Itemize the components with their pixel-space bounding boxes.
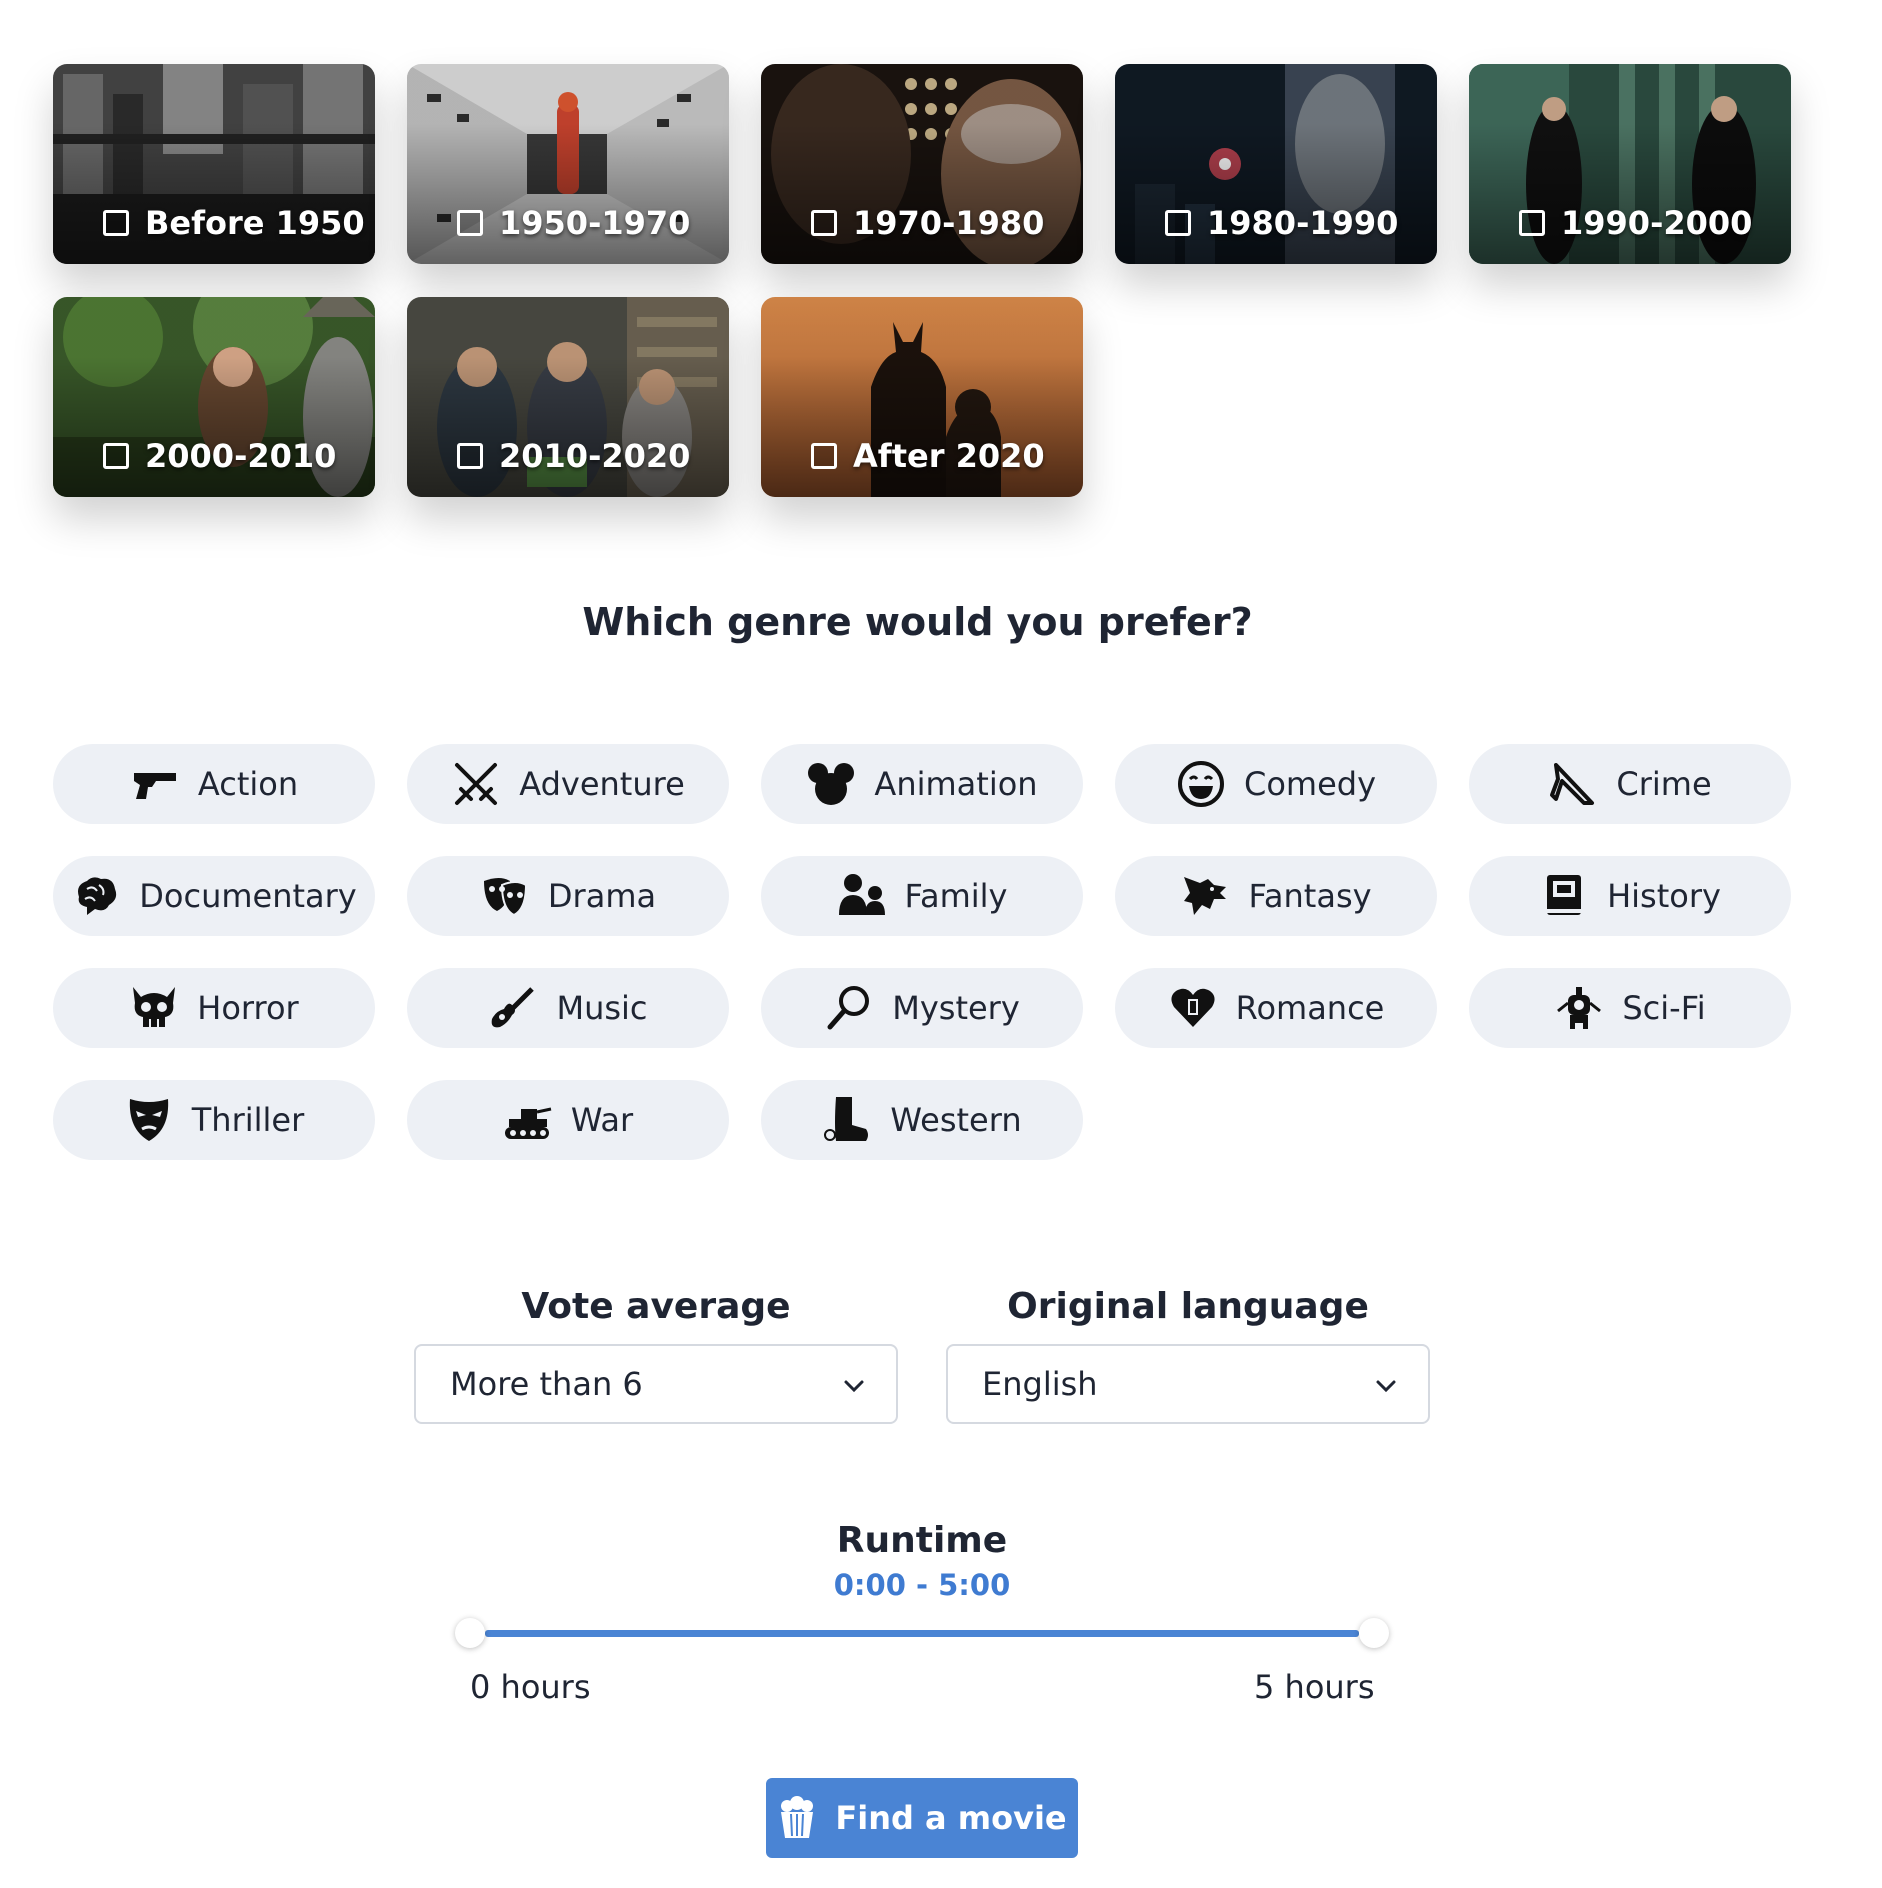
era-label: 2000-2010 — [145, 437, 337, 475]
genre-label: Thriller — [191, 1101, 305, 1139]
genre-pill-music[interactable]: Music — [407, 968, 729, 1048]
original-language-value: English — [982, 1365, 1098, 1403]
chevron-down-icon — [1376, 1380, 1396, 1393]
genre-pill-comedy[interactable]: Comedy — [1115, 744, 1437, 824]
magnifier-icon — [827, 986, 870, 1030]
genre-label: History — [1607, 877, 1721, 915]
genre-pill-crime[interactable]: Crime — [1469, 744, 1791, 824]
find-movie-button[interactable]: Find a movie — [766, 1778, 1078, 1858]
skull-icon — [133, 987, 176, 1027]
era-card-2010-2020[interactable]: 2010-2020 — [407, 297, 729, 497]
runtime-min-handle[interactable] — [455, 1618, 485, 1648]
era-label: 1970-1980 — [853, 204, 1045, 242]
era-card-1980-1990[interactable]: 1980-1990 — [1115, 64, 1437, 264]
genre-label: Action — [197, 765, 299, 803]
era-label: 1950-1970 — [499, 204, 691, 242]
genre-pill-adventure[interactable]: Adventure — [407, 744, 729, 824]
heart-icon — [1171, 988, 1215, 1027]
era-card-2000-2010[interactable]: 2000-2010 — [53, 297, 375, 497]
genre-pill-horror[interactable]: Horror — [53, 968, 375, 1048]
theater-masks-icon — [483, 878, 527, 917]
genre-label: Comedy — [1243, 765, 1377, 803]
genre-label: Crime — [1616, 765, 1712, 803]
genre-pill-documentary[interactable]: Documentary — [53, 856, 375, 936]
dragon-icon — [1184, 877, 1227, 915]
mask-icon — [129, 1099, 168, 1141]
vote-average-select[interactable]: More than 6 — [414, 1344, 898, 1424]
genre-section-title: Which genre would you prefer? — [582, 600, 1253, 644]
genre-label: Documentary — [139, 877, 357, 915]
genre-pill-animation[interactable]: Animation — [761, 744, 1083, 824]
genre-label: Romance — [1235, 989, 1385, 1027]
genre-pill-family[interactable]: Family — [761, 856, 1083, 936]
genre-pill-romance[interactable]: Romance — [1115, 968, 1437, 1048]
genre-pill-western[interactable]: Western — [761, 1080, 1083, 1160]
era-checkbox[interactable] — [457, 210, 483, 236]
genre-pill-mystery[interactable]: Mystery — [761, 968, 1083, 1048]
pistol-icon — [133, 773, 176, 799]
runtime-max-handle[interactable] — [1359, 1618, 1389, 1648]
brain-icon — [78, 877, 117, 915]
era-checkbox[interactable] — [811, 443, 837, 469]
era-label: 1980-1990 — [1207, 204, 1399, 242]
book-icon — [1547, 875, 1582, 915]
original-language-label: Original language — [1007, 1286, 1369, 1327]
genre-label: Family — [904, 877, 1008, 915]
genre-pill-thriller[interactable]: Thriller — [53, 1080, 375, 1160]
era-checkbox[interactable] — [103, 443, 129, 469]
genre-pill-sci-fi[interactable]: Sci-Fi — [1469, 968, 1791, 1048]
genre-label: Western — [890, 1101, 1022, 1139]
genre-label: Adventure — [519, 765, 685, 803]
runtime-value: 0:00 - 5:00 — [833, 1568, 1011, 1602]
popcorn-icon — [781, 1796, 814, 1838]
genre-label: War — [570, 1101, 634, 1139]
era-card-1950-1970[interactable]: 1950-1970 — [407, 64, 729, 264]
genre-label: Fantasy — [1248, 877, 1372, 915]
genre-label: Mystery — [892, 989, 1020, 1027]
chevron-down-icon — [844, 1380, 864, 1393]
era-checkbox[interactable] — [103, 210, 129, 236]
vote-average-label: Vote average — [521, 1286, 791, 1327]
mouse-ears-icon — [808, 763, 855, 805]
genre-label: Drama — [547, 877, 657, 915]
genre-label: Sci-Fi — [1622, 989, 1706, 1027]
era-checkbox[interactable] — [1165, 210, 1191, 236]
era-label: After 2020 — [853, 437, 1045, 475]
guitar-icon — [492, 987, 535, 1028]
runtime-title: Runtime — [836, 1520, 1008, 1561]
genre-label: Music — [556, 989, 648, 1027]
genre-pill-war[interactable]: War — [407, 1080, 729, 1160]
runtime-max-label: 5 hours — [1254, 1668, 1375, 1706]
find-movie-label: Find a movie — [835, 1799, 1067, 1837]
era-card-1970-1980[interactable]: 1970-1980 — [761, 64, 1083, 264]
era-label: 2010-2020 — [499, 437, 691, 475]
genre-pill-action[interactable]: Action — [53, 744, 375, 824]
tank-icon — [504, 1107, 552, 1139]
robot-icon — [1557, 987, 1602, 1029]
original-language-select[interactable]: English — [946, 1344, 1430, 1424]
genre-pill-fantasy[interactable]: Fantasy — [1115, 856, 1437, 936]
era-checkbox[interactable] — [1519, 210, 1545, 236]
cowboy-boot-icon — [824, 1097, 869, 1141]
knife-icon — [1550, 763, 1595, 805]
era-label: 1990-2000 — [1561, 204, 1753, 242]
era-card-before-1950[interactable]: Before 1950 — [53, 64, 375, 264]
genre-pill-history[interactable]: History — [1469, 856, 1791, 936]
era-label: Before 1950 — [145, 204, 365, 242]
vote-average-value: More than 6 — [450, 1365, 643, 1403]
era-card-after-2020[interactable]: After 2020 — [761, 297, 1083, 497]
family-icon — [838, 874, 885, 915]
era-checkbox[interactable] — [457, 443, 483, 469]
laughing-face-icon — [1177, 761, 1224, 807]
runtime-slider-track[interactable] — [485, 1630, 1359, 1637]
era-checkbox[interactable] — [811, 210, 837, 236]
genre-label: Horror — [197, 989, 299, 1027]
crossed-swords-icon — [455, 763, 498, 805]
genre-label: Animation — [874, 765, 1038, 803]
era-card-1990-2000[interactable]: 1990-2000 — [1469, 64, 1791, 264]
genre-pill-drama[interactable]: Drama — [407, 856, 729, 936]
runtime-min-label: 0 hours — [470, 1668, 591, 1706]
